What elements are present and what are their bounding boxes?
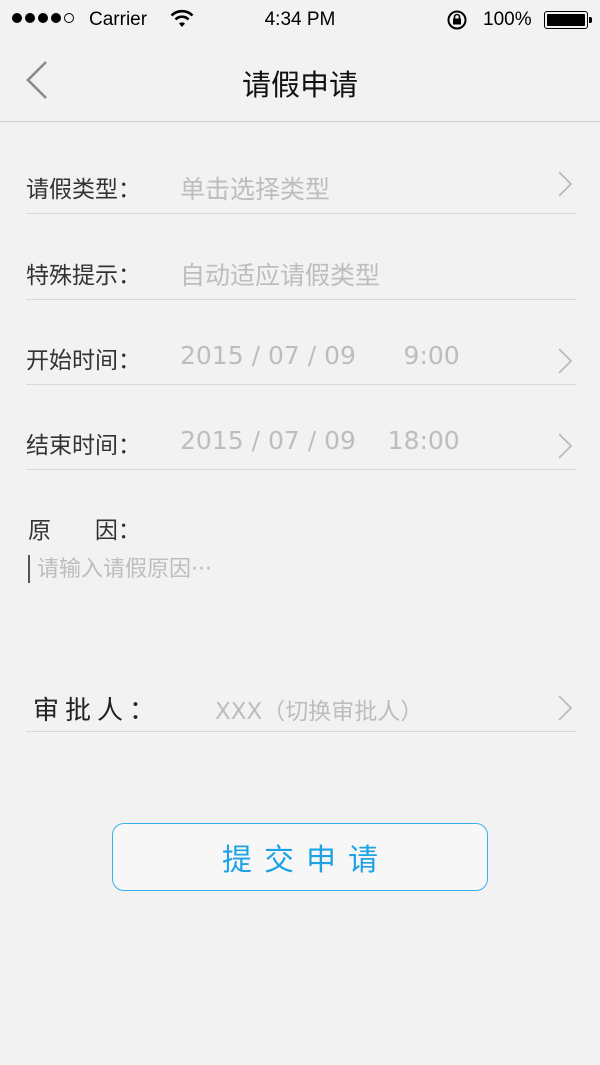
approver-row[interactable]: 审批人： XXX（切换审批人） bbox=[26, 686, 576, 732]
chevron-right-icon bbox=[558, 348, 573, 374]
navigation-bar: 请假申请 bbox=[0, 40, 600, 122]
status-bar: Carrier 4:34 PM 100% bbox=[0, 0, 600, 40]
chevron-right-icon bbox=[558, 695, 573, 721]
battery-icon bbox=[544, 11, 592, 29]
start-time-value[interactable]: 2015 / 07 / 09 9:00 bbox=[180, 341, 460, 370]
reason-label: 原 因： bbox=[28, 518, 141, 544]
end-time-row[interactable]: 结束时间： 2015 / 07 / 09 18:00 bbox=[26, 424, 576, 470]
battery-percentage: 100% bbox=[483, 9, 532, 30]
approver-value[interactable]: XXX（切换审批人） bbox=[215, 692, 423, 726]
leave-type-label: 请假类型： bbox=[26, 177, 141, 203]
submit-button[interactable]: 提交申请 bbox=[112, 823, 488, 891]
end-time-value[interactable]: 2015 / 07 / 09 18:00 bbox=[180, 426, 460, 455]
leave-type-value[interactable]: 单击选择类型 bbox=[180, 170, 330, 206]
start-time-label: 开始时间： bbox=[26, 348, 141, 374]
reason-input[interactable] bbox=[28, 555, 568, 583]
page-title: 请假申请 bbox=[241, 68, 358, 102]
leave-type-row[interactable]: 请假类型： 单击选择类型 bbox=[26, 168, 576, 214]
special-hint-value: 自动适应请假类型 bbox=[180, 261, 381, 290]
start-time-row[interactable]: 开始时间： 2015 / 07 / 09 9:00 bbox=[26, 339, 576, 385]
special-hint-row: 特殊提示： 自动适应请假类型 bbox=[26, 254, 576, 300]
rotation-lock-icon bbox=[446, 9, 468, 37]
end-time-label: 结束时间： bbox=[26, 433, 141, 459]
chevron-right-icon bbox=[558, 171, 573, 197]
chevron-right-icon bbox=[558, 433, 573, 459]
special-hint-label: 特殊提示： bbox=[26, 263, 141, 289]
approver-label: 审批人： bbox=[33, 696, 162, 726]
